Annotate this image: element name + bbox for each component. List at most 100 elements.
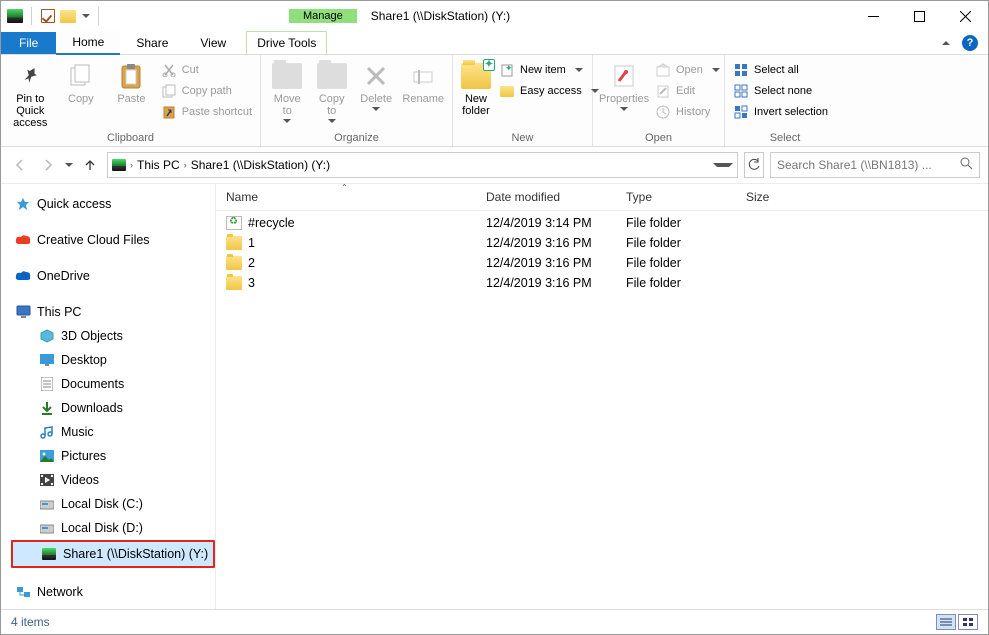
search-placeholder: Search Share1 (\\BN1813) ... <box>777 158 932 172</box>
address-dropdown-icon[interactable] <box>713 163 733 167</box>
select-all-button[interactable]: Select all <box>733 61 828 79</box>
nav-desktop[interactable]: Desktop <box>11 348 215 372</box>
file-name: 1 <box>248 236 255 250</box>
status-bar: 4 items <box>1 609 988 633</box>
copy-path-button[interactable]: Copy path <box>161 82 252 100</box>
minimize-button[interactable] <box>850 1 896 31</box>
search-input[interactable]: Search Share1 (\\BN1813) ... <box>770 152 980 178</box>
recycle-icon <box>226 216 242 230</box>
open-button[interactable]: Open <box>655 61 720 79</box>
file-size <box>736 222 836 224</box>
folder-icon <box>226 276 242 290</box>
file-date: 12/4/2019 3:16 PM <box>476 235 616 251</box>
file-type: File folder <box>616 255 736 271</box>
status-text: 4 items <box>11 615 50 629</box>
nav-quick-access[interactable]: Quick access <box>11 192 215 216</box>
file-row[interactable]: 112/4/2019 3:16 PMFile folder <box>216 233 988 253</box>
copy-button[interactable]: Copy <box>60 59 103 105</box>
context-tab-title: Manage <box>289 9 357 23</box>
cut-button[interactable]: Cut <box>161 61 252 79</box>
copy-to-button[interactable]: Copy to <box>313 59 349 123</box>
qat-newfolder-icon[interactable] <box>60 8 76 24</box>
file-size <box>736 282 836 284</box>
paste-button[interactable]: Paste <box>110 59 153 105</box>
refresh-button[interactable] <box>744 152 764 178</box>
new-folder-button[interactable]: ✦ New folder <box>461 59 491 117</box>
nav-network[interactable]: Network <box>11 580 215 604</box>
file-name: #recycle <box>248 216 295 230</box>
group-select-label: Select <box>733 132 837 146</box>
nav-music[interactable]: Music <box>11 420 215 444</box>
file-date: 12/4/2019 3:14 PM <box>476 215 616 231</box>
rename-button[interactable]: Rename <box>402 59 444 105</box>
crumb-current: Share1 (\\DiskStation) (Y:) <box>191 158 330 172</box>
nav-videos[interactable]: Videos <box>11 468 215 492</box>
nav-local-disk-d[interactable]: Local Disk (D:) <box>11 516 215 540</box>
search-icon <box>960 157 973 173</box>
properties-button[interactable]: Properties <box>601 59 647 111</box>
forward-button[interactable] <box>37 154 59 176</box>
col-name[interactable]: Name⌃ <box>216 184 476 210</box>
breadcrumb-bar[interactable]: › This PC › Share1 (\\DiskStation) (Y:) <box>107 152 738 178</box>
view-details-icon[interactable] <box>936 614 956 630</box>
select-none-button[interactable]: Select none <box>733 82 828 100</box>
nav-creative-cloud[interactable]: Creative Cloud Files <box>11 228 215 252</box>
move-to-button[interactable]: Move to <box>269 59 305 123</box>
nav-documents[interactable]: Documents <box>11 372 215 396</box>
file-row[interactable]: 312/4/2019 3:16 PMFile folder <box>216 273 988 293</box>
nav-downloads[interactable]: Downloads <box>11 396 215 420</box>
tab-share[interactable]: Share <box>120 32 184 54</box>
up-button[interactable] <box>79 154 101 176</box>
ribbon-collapse-icon[interactable] <box>942 41 950 45</box>
nav-share1[interactable]: Share1 (\\DiskStation) (Y:) <box>13 542 213 566</box>
close-button[interactable] <box>942 1 988 31</box>
nav-local-disk-c[interactable]: Local Disk (C:) <box>11 492 215 516</box>
delete-button[interactable]: Delete <box>358 59 394 111</box>
file-size <box>736 242 836 244</box>
file-type: File folder <box>616 215 736 231</box>
col-size[interactable]: Size <box>736 184 836 210</box>
tabs-row: File Home Share View Drive Tools ? <box>1 31 988 55</box>
history-button[interactable]: History <box>655 103 720 121</box>
group-clipboard-label: Clipboard <box>9 132 252 146</box>
qat-dropdown-icon[interactable] <box>82 14 90 18</box>
maximize-button[interactable] <box>896 1 942 31</box>
nav-share1-highlight: Share1 (\\DiskStation) (Y:) <box>11 540 215 568</box>
nav-tree[interactable]: Quick access Creative Cloud Files OneDri… <box>1 184 216 609</box>
group-new-label: New <box>461 132 584 146</box>
pin-quick-access-button[interactable]: Pin to Quick access <box>9 59 52 129</box>
tab-home[interactable]: Home <box>56 31 120 55</box>
file-name: 2 <box>248 256 255 270</box>
window-title: Share1 (\\DiskStation) (Y:) <box>357 9 510 23</box>
file-type: File folder <box>616 275 736 291</box>
col-date[interactable]: Date modified <box>476 184 616 210</box>
tab-drive-tools[interactable]: Drive Tools <box>246 31 327 54</box>
titlebar: Manage Share1 (\\DiskStation) (Y:) <box>1 1 988 31</box>
file-row[interactable]: #recycle 12/4/2019 3:14 PMFile folder <box>216 213 988 233</box>
invert-selection-button[interactable]: Invert selection <box>733 103 828 121</box>
crumb-thispc: This PC <box>137 158 180 172</box>
edit-button[interactable]: Edit <box>655 82 720 100</box>
file-date: 12/4/2019 3:16 PM <box>476 255 616 271</box>
nav-onedrive[interactable]: OneDrive <box>11 264 215 288</box>
file-row[interactable]: 2 12/4/2019 3:16 PMFile folder <box>216 253 988 273</box>
new-item-button[interactable]: ✦New item <box>499 61 599 79</box>
svg-text:✦: ✦ <box>505 63 513 73</box>
address-bar-row: › This PC › Share1 (\\DiskStation) (Y:) … <box>1 147 988 184</box>
paste-shortcut-button[interactable]: Paste shortcut <box>161 103 252 121</box>
qat-properties-icon[interactable] <box>40 8 56 24</box>
nav-pictures[interactable]: Pictures <box>11 444 215 468</box>
recent-dropdown-icon[interactable] <box>65 163 73 167</box>
view-large-icon[interactable] <box>958 614 978 630</box>
nav-thispc[interactable]: This PC <box>11 300 215 324</box>
easy-access-button[interactable]: Easy access <box>499 82 599 100</box>
group-organize-label: Organize <box>269 132 444 146</box>
nav-3d-objects[interactable]: 3D Objects <box>11 324 215 348</box>
back-button[interactable] <box>9 154 31 176</box>
help-icon[interactable]: ? <box>962 35 978 51</box>
tab-view[interactable]: View <box>184 32 242 54</box>
file-tab[interactable]: File <box>1 32 56 54</box>
group-open-label: Open <box>601 132 716 146</box>
folder-icon <box>226 256 242 270</box>
col-type[interactable]: Type <box>616 184 736 210</box>
